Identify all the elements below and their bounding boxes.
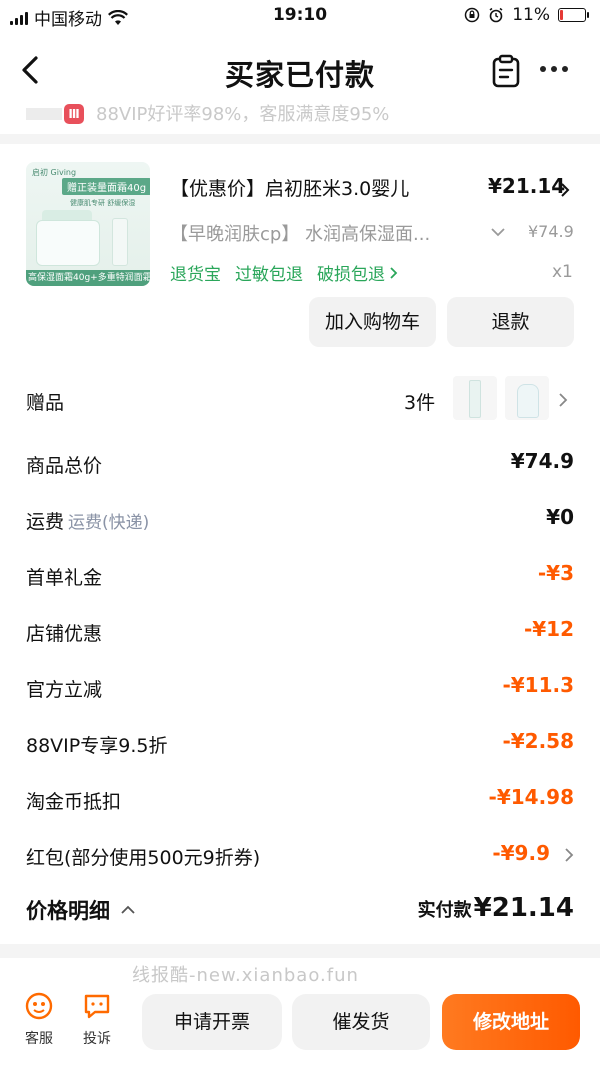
product-image-tag: 赠正装量面霜40g bbox=[62, 178, 150, 195]
gift-image-tube bbox=[453, 376, 497, 420]
product-price: ¥21.14 bbox=[488, 174, 566, 198]
product-image-brand: 启初 Giving bbox=[32, 168, 77, 177]
price-row-coins: 淘金币抵扣 -¥14.98 bbox=[26, 779, 574, 819]
service-button[interactable]: 客服 bbox=[14, 992, 64, 1048]
clipboard-icon[interactable] bbox=[490, 54, 522, 88]
complaint-button[interactable]: 投诉 bbox=[72, 992, 122, 1048]
price-row-shipping: 运费 运费(快递) ¥0 bbox=[26, 499, 574, 539]
urge-shipping-button[interactable]: 催发货 bbox=[292, 994, 430, 1050]
rating-icon: Ⅲ bbox=[64, 104, 84, 124]
chevron-right-icon[interactable] bbox=[558, 392, 568, 408]
chevron-up-icon bbox=[121, 905, 135, 914]
shop-name-placeholder bbox=[26, 108, 62, 120]
price-row-red-packet[interactable]: 红包(部分使用500元9折券) -¥9.9 bbox=[26, 835, 574, 875]
jar-shape bbox=[36, 220, 100, 266]
more-icon[interactable] bbox=[540, 66, 568, 72]
add-to-cart-button[interactable]: 加入购物车 bbox=[309, 297, 436, 347]
shop-rating-row: Ⅲ 88VIP好评率98%，客服满意度95% bbox=[0, 100, 600, 126]
row-value: -¥2.58 bbox=[502, 729, 574, 753]
row-label: 淘金币抵扣 bbox=[26, 791, 122, 813]
row-label: 官方立减 bbox=[26, 679, 103, 701]
nav-bar: 买家已付款 bbox=[0, 36, 600, 106]
shipping-label: 运费 bbox=[26, 511, 65, 533]
price-row-first-order: 首单礼金 -¥3 bbox=[26, 555, 574, 595]
service-label: 客服 bbox=[25, 1031, 53, 1047]
section-divider bbox=[0, 944, 600, 958]
battery-percent: 11% bbox=[512, 5, 550, 25]
chevron-right-icon[interactable] bbox=[564, 847, 574, 863]
row-value: -¥3 bbox=[537, 561, 574, 585]
row-value: -¥14.98 bbox=[488, 785, 574, 809]
original-price: ¥74.9 bbox=[528, 222, 574, 241]
row-label: 首单礼金 bbox=[26, 567, 103, 589]
gift-label: 赠品 bbox=[26, 392, 65, 414]
status-right: 11% bbox=[464, 5, 589, 25]
price-detail-toggle[interactable]: 价格明细 bbox=[26, 895, 136, 925]
price-row-88vip: 88VIP专享9.5折 -¥2.58 bbox=[26, 723, 574, 763]
gift-image-bottle bbox=[505, 376, 549, 420]
chevron-down-icon[interactable] bbox=[490, 226, 506, 238]
complaint-label: 投诉 bbox=[83, 1031, 111, 1047]
row-value: -¥12 bbox=[523, 617, 574, 641]
orientation-lock-icon bbox=[464, 7, 480, 23]
shop-rating-text: 88VIP好评率98%，客服满意度95% bbox=[96, 104, 390, 125]
tube-shape bbox=[112, 218, 128, 266]
product-sku[interactable]: 【早晚润肤cp】 水润高保湿面... bbox=[170, 220, 430, 246]
paid-value: ¥21.14 bbox=[473, 893, 574, 923]
watermark: 线报酷-new.xianbao.fun bbox=[132, 965, 359, 986]
price-detail-label: 价格明细 bbox=[26, 899, 110, 923]
service-tags[interactable]: 退货宝 过敏包退 破损包退 bbox=[170, 260, 398, 285]
product-image[interactable]: 启初 Giving 赠正装量面霜40g 健康肌专研 舒缓保湿 高保湿面霜40g+… bbox=[26, 162, 150, 286]
row-value: -¥9.9 bbox=[492, 841, 550, 865]
row-label: 店铺优惠 bbox=[26, 623, 103, 645]
price-row-official: 官方立减 -¥11.3 bbox=[26, 667, 574, 707]
paid-amount: 实付款 ¥21.14 bbox=[418, 893, 574, 923]
tag-return-insurance: 退货宝 bbox=[170, 265, 221, 285]
row-label: 商品总价 bbox=[26, 455, 103, 477]
gift-count: 3件 bbox=[404, 392, 436, 414]
paid-label: 实付款 bbox=[417, 900, 472, 921]
product-quantity: x1 bbox=[552, 262, 573, 282]
chevron-right-icon[interactable] bbox=[560, 182, 570, 198]
customer-service-icon bbox=[25, 992, 53, 1020]
complaint-icon bbox=[84, 994, 110, 1019]
row-label: 红包(部分使用500元9折券) bbox=[26, 847, 261, 869]
bottom-bar: 客服 投诉 申请开票 催发货 修改地址 bbox=[0, 986, 600, 1066]
row-label: 运费 运费(快递) bbox=[26, 507, 149, 534]
invoice-button[interactable]: 申请开票 bbox=[142, 994, 282, 1050]
row-label: 88VIP专享9.5折 bbox=[26, 735, 168, 757]
row-value: ¥74.9 bbox=[510, 449, 574, 473]
chevron-right-icon bbox=[390, 266, 398, 279]
tag-damage-return: 破损包退 bbox=[317, 265, 385, 285]
product-title[interactable]: 【优惠价】启初胚米3.0婴儿 bbox=[170, 174, 409, 201]
section-divider bbox=[0, 134, 600, 144]
price-row-total: 商品总价 ¥74.9 bbox=[26, 443, 574, 483]
alarm-icon bbox=[489, 7, 503, 23]
row-value: ¥0 bbox=[546, 505, 574, 529]
battery-icon bbox=[558, 8, 589, 22]
price-row-shop-discount: 店铺优惠 -¥12 bbox=[26, 611, 574, 651]
modify-address-button[interactable]: 修改地址 bbox=[442, 994, 580, 1050]
tag-allergy-return: 过敏包退 bbox=[235, 265, 303, 285]
product-image-sub: 健康肌专研 舒缓保湿 bbox=[70, 199, 136, 207]
status-bar: 中国移动 19:10 11% bbox=[0, 0, 600, 32]
shipping-sub: 运费(快递) bbox=[68, 513, 150, 533]
refund-button[interactable]: 退款 bbox=[447, 297, 574, 347]
row-value: -¥11.3 bbox=[502, 673, 574, 697]
product-image-footer: 高保湿面霜40g+多重特润面霜40g bbox=[26, 270, 150, 286]
